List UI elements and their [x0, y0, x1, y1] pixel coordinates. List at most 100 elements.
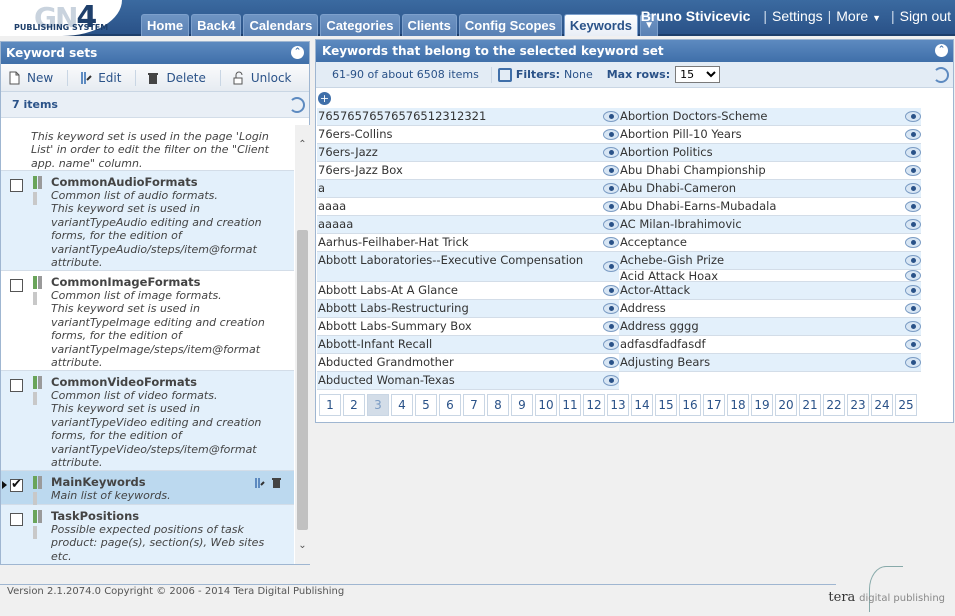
view-eye-icon[interactable] — [905, 183, 921, 194]
page-button[interactable]: 2 — [343, 394, 365, 416]
view-eye-icon[interactable] — [603, 165, 619, 176]
list-item[interactable]: CommonImageFormats Common list of image … — [1, 271, 294, 371]
row-edit-icon[interactable] — [254, 477, 265, 489]
scroll-thumb[interactable] — [297, 230, 308, 530]
keyword-cell[interactable]: 76ers-Collins — [317, 126, 619, 144]
view-eye-icon[interactable] — [905, 219, 921, 230]
add-keyword-icon[interactable]: + — [318, 92, 331, 105]
tab-config-scopes[interactable]: Config Scopes — [458, 14, 562, 36]
page-button[interactable]: 7 — [463, 394, 485, 416]
keyword-cell[interactable]: Abbott Laboratories--Executive Compensat… — [317, 252, 619, 282]
view-eye-icon[interactable] — [905, 111, 921, 122]
page-button[interactable]: 14 — [631, 394, 653, 416]
list-item-selected[interactable]: MainKeywords Main list of keywords. — [1, 471, 294, 505]
keyword-cell[interactable]: Abbott-Infant Recall — [317, 336, 619, 354]
view-eye-icon[interactable] — [603, 147, 619, 158]
keyword-cell[interactable]: a — [317, 180, 619, 198]
view-eye-icon[interactable] — [603, 129, 619, 140]
page-button[interactable]: 8 — [487, 394, 509, 416]
keyword-cell[interactable]: Adjusting Bears — [619, 354, 921, 372]
view-eye-icon[interactable] — [603, 375, 619, 386]
page-button[interactable]: 20 — [775, 394, 797, 416]
max-rows-select[interactable]: 15 — [675, 66, 721, 83]
view-eye-icon[interactable] — [603, 111, 619, 122]
view-eye-icon[interactable] — [603, 303, 619, 314]
view-eye-icon[interactable] — [603, 219, 619, 230]
page-button[interactable]: 10 — [535, 394, 557, 416]
keyword-cell[interactable]: Actor-Attack — [619, 282, 921, 300]
tab-calendars[interactable]: Calendars — [243, 14, 319, 36]
view-eye-icon[interactable] — [603, 357, 619, 368]
page-button[interactable]: 4 — [391, 394, 413, 416]
list-item[interactable]: CommonAudioFormats Common list of audio … — [1, 171, 294, 271]
page-button[interactable]: 24 — [871, 394, 893, 416]
view-eye-icon[interactable] — [905, 255, 921, 266]
keyword-cell[interactable]: Achebe-Gish Prize Acid Attack Hoax — [619, 252, 921, 282]
keyword-cell[interactable]: 76ers-Jazz — [317, 144, 619, 162]
keyword-cell[interactable]: 7657657657657651231232​1 — [317, 108, 619, 126]
keyword-cell[interactable]: Abu Dhabi-Earns-Mubadala — [619, 198, 921, 216]
edit-button[interactable]: Edit — [78, 71, 121, 85]
keyword-cell[interactable]: Acceptance — [619, 234, 921, 252]
page-button[interactable]: 9 — [511, 394, 533, 416]
tab-keywords[interactable]: Keywords — [563, 14, 639, 36]
page-button[interactable]: 22 — [823, 394, 845, 416]
keyword-cell[interactable]: Abortion Pill-10 Years — [619, 126, 921, 144]
keyword-cell[interactable]: Abortion Doctors-Scheme — [619, 108, 921, 126]
filters-button[interactable]: Filters: None — [497, 67, 593, 82]
keyword-cell[interactable]: Abducted Woman-Texas — [317, 372, 619, 390]
row-trash-icon[interactable] — [271, 477, 282, 489]
keyword-cell[interactable]: aaaa — [317, 198, 619, 216]
keyword-cell[interactable]: Address — [619, 300, 921, 318]
collapse-icon[interactable]: ⌃ — [291, 46, 304, 59]
view-eye-icon[interactable] — [905, 270, 921, 281]
view-eye-icon[interactable] — [905, 165, 921, 176]
keyword-cell[interactable]: 76ers-Jazz Box — [317, 162, 619, 180]
page-button[interactable]: 25 — [895, 394, 917, 416]
gn4-logo[interactable]: GN4 PUBLISHING SYSTEM — [0, 0, 122, 36]
collapse-icon[interactable]: ⌃ — [935, 44, 948, 57]
page-button[interactable]: 5 — [415, 394, 437, 416]
keyword-cell[interactable]: Abu Dhabi Championship — [619, 162, 921, 180]
refresh-icon[interactable] — [933, 67, 949, 83]
page-button[interactable]: 6 — [439, 394, 461, 416]
page-button[interactable]: 13 — [607, 394, 629, 416]
tab-back4[interactable]: Back4 — [191, 14, 242, 36]
scroll-down-icon[interactable]: ⌄ — [297, 540, 308, 551]
page-button[interactable]: 17 — [703, 394, 725, 416]
page-button[interactable]: 11 — [559, 394, 581, 416]
keyword-cell[interactable]: Abbott Labs-Summary Box — [317, 318, 619, 336]
view-eye-icon[interactable] — [905, 129, 921, 140]
keyword-cell[interactable]: adfasdfadfasdf — [619, 336, 921, 354]
view-eye-icon[interactable] — [905, 357, 921, 368]
view-eye-icon[interactable] — [603, 285, 619, 296]
page-button[interactable]: 21 — [799, 394, 821, 416]
view-eye-icon[interactable] — [905, 201, 921, 212]
keyword-cell[interactable]: aaaaa — [317, 216, 619, 234]
settings-link[interactable]: Settings — [772, 8, 823, 24]
sign-out-link[interactable]: Sign out — [900, 8, 951, 24]
page-button[interactable]: 15 — [655, 394, 677, 416]
unlock-button[interactable]: Unlock — [231, 71, 292, 85]
view-eye-icon[interactable] — [905, 303, 921, 314]
scroll-up-icon[interactable]: ⌃ — [297, 139, 308, 150]
keyword-cell[interactable]: Abducted Grandmother — [317, 354, 619, 372]
keyword-cell[interactable]: Abbott Labs-At A Glance — [317, 282, 619, 300]
keyword-sets-scrollbar[interactable]: ⌃ ⌄ — [295, 125, 310, 564]
view-eye-icon[interactable] — [603, 201, 619, 212]
keyword-cell[interactable]: Aarhus-Feilhaber-Hat Trick — [317, 234, 619, 252]
row-checkbox[interactable] — [10, 279, 23, 292]
keyword-cell[interactable]: Abbott Labs-Restructuring — [317, 300, 619, 318]
view-eye-icon[interactable] — [603, 321, 619, 332]
row-checkbox[interactable] — [10, 513, 23, 526]
row-checkbox[interactable] — [10, 379, 23, 392]
list-item[interactable]: TaskPositions Possible expected position… — [1, 505, 294, 564]
view-eye-icon[interactable] — [905, 339, 921, 350]
page-button[interactable]: 23 — [847, 394, 869, 416]
view-eye-icon[interactable] — [905, 237, 921, 248]
page-button[interactable]: 1 — [319, 394, 341, 416]
list-item[interactable]: This keyword set is used in the page 'Lo… — [1, 125, 294, 171]
tab-home[interactable]: Home — [141, 14, 190, 36]
tab-clients[interactable]: Clients — [401, 14, 457, 36]
keyword-cell[interactable]: Address gggg — [619, 318, 921, 336]
